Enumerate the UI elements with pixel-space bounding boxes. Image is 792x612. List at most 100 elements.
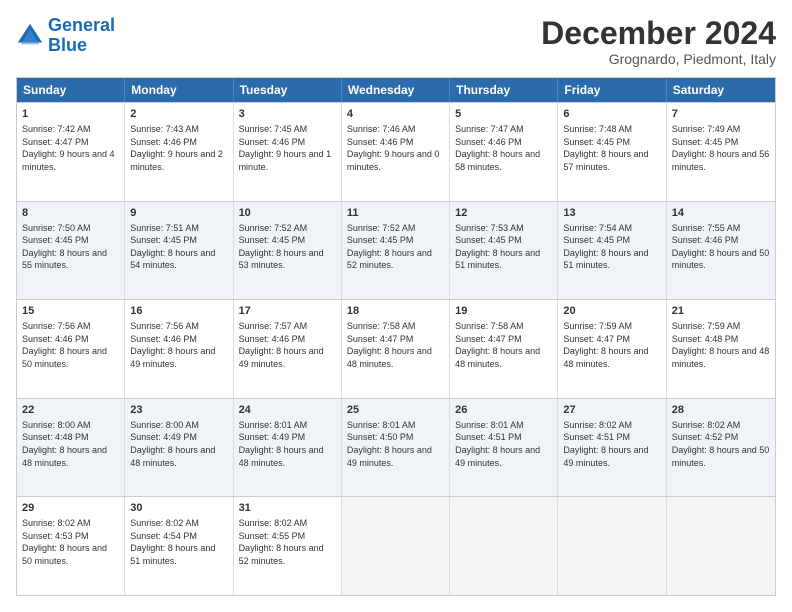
day-number: 5 <box>455 107 552 122</box>
calendar-day-9: 9Sunrise: 7:51 AM Sunset: 4:45 PM Daylig… <box>125 202 233 300</box>
day-number: 14 <box>672 206 770 221</box>
day-info: Sunrise: 7:58 AM Sunset: 4:47 PM Dayligh… <box>455 320 552 370</box>
day-number: 26 <box>455 403 552 418</box>
title-block: December 2024 Grognardo, Piedmont, Italy <box>541 16 776 67</box>
day-number: 20 <box>563 304 660 319</box>
day-info: Sunrise: 8:01 AM Sunset: 4:50 PM Dayligh… <box>347 419 444 469</box>
day-info: Sunrise: 8:02 AM Sunset: 4:52 PM Dayligh… <box>672 419 770 469</box>
day-number: 13 <box>563 206 660 221</box>
calendar-week-4: 22Sunrise: 8:00 AM Sunset: 4:48 PM Dayli… <box>17 398 775 497</box>
calendar-day-22: 22Sunrise: 8:00 AM Sunset: 4:48 PM Dayli… <box>17 399 125 497</box>
day-number: 3 <box>239 107 336 122</box>
day-number: 21 <box>672 304 770 319</box>
header-day-tuesday: Tuesday <box>234 78 342 102</box>
day-number: 28 <box>672 403 770 418</box>
header-day-saturday: Saturday <box>667 78 775 102</box>
calendar-day-11: 11Sunrise: 7:52 AM Sunset: 4:45 PM Dayli… <box>342 202 450 300</box>
day-number: 7 <box>672 107 770 122</box>
day-info: Sunrise: 7:52 AM Sunset: 4:45 PM Dayligh… <box>347 222 444 272</box>
day-number: 15 <box>22 304 119 319</box>
header-day-friday: Friday <box>558 78 666 102</box>
calendar-day-empty <box>342 497 450 595</box>
calendar-week-3: 15 Sunrise: 7:56 AM Sunset: 4:46 PM Dayli… <box>17 299 775 398</box>
page-header: General Blue December 2024 Grognardo, Pi… <box>16 16 776 67</box>
day-number: 30 <box>130 501 227 516</box>
day-info: Sunrise: 7:59 AM Sunset: 4:47 PM Dayligh… <box>563 320 660 370</box>
day-info: Sunrise: 7:52 AM Sunset: 4:45 PM Dayligh… <box>239 222 336 272</box>
day-info: Sunrise: 8:02 AM Sunset: 4:53 PM Dayligh… <box>22 517 119 567</box>
calendar-day-16: 16Sunrise: 7:56 AM Sunset: 4:46 PM Dayli… <box>125 300 233 398</box>
day-number: 10 <box>239 206 336 221</box>
day-number: 18 <box>347 304 444 319</box>
day-number: 25 <box>347 403 444 418</box>
day-number: 12 <box>455 206 552 221</box>
calendar-day-25: 25Sunrise: 8:01 AM Sunset: 4:50 PM Dayli… <box>342 399 450 497</box>
day-info: Sunrise: 7:54 AM Sunset: 4:45 PM Dayligh… <box>563 222 660 272</box>
day-info: Sunrise: 7:45 AM Sunset: 4:46 PM Dayligh… <box>239 123 336 173</box>
day-number: 29 <box>22 501 119 516</box>
calendar-day-24: 24Sunrise: 8:01 AM Sunset: 4:49 PM Dayli… <box>234 399 342 497</box>
day-info: Sunrise: 8:02 AM Sunset: 4:55 PM Dayligh… <box>239 517 336 567</box>
day-info: Sunrise: 7:42 AM Sunset: 4:47 PM Dayligh… <box>22 123 119 173</box>
calendar-day-19: 19Sunrise: 7:58 AM Sunset: 4:47 PM Dayli… <box>450 300 558 398</box>
day-info: Sunrise: 8:00 AM Sunset: 4:48 PM Dayligh… <box>22 419 119 469</box>
day-number: 4 <box>347 107 444 122</box>
calendar-day-17: 17Sunrise: 7:57 AM Sunset: 4:46 PM Dayli… <box>234 300 342 398</box>
calendar-day-empty <box>558 497 666 595</box>
calendar-day-26: 26Sunrise: 8:01 AM Sunset: 4:51 PM Dayli… <box>450 399 558 497</box>
day-info: Sunrise: 7:48 AM Sunset: 4:45 PM Dayligh… <box>563 123 660 173</box>
day-info: Sunrise: 7:46 AM Sunset: 4:46 PM Dayligh… <box>347 123 444 173</box>
calendar-day-empty <box>450 497 558 595</box>
logo-text: General Blue <box>48 16 115 56</box>
calendar-day-23: 23Sunrise: 8:00 AM Sunset: 4:49 PM Dayli… <box>125 399 233 497</box>
calendar-week-1: 1Sunrise: 7:42 AM Sunset: 4:47 PM Daylig… <box>17 102 775 201</box>
calendar-grid: SundayMondayTuesdayWednesdayThursdayFrid… <box>16 77 776 596</box>
day-info: Sunrise: 8:01 AM Sunset: 4:49 PM Dayligh… <box>239 419 336 469</box>
month-title: December 2024 <box>541 16 776 51</box>
day-number: 22 <box>22 403 119 418</box>
day-number: 27 <box>563 403 660 418</box>
day-number: 9 <box>130 206 227 221</box>
day-info: Sunrise: 7:43 AM Sunset: 4:46 PM Dayligh… <box>130 123 227 173</box>
day-number: 2 <box>130 107 227 122</box>
day-info: Sunrise: 7:59 AM Sunset: 4:48 PM Dayligh… <box>672 320 770 370</box>
day-info: Sunrise: 7:47 AM Sunset: 4:46 PM Dayligh… <box>455 123 552 173</box>
header-day-wednesday: Wednesday <box>342 78 450 102</box>
calendar-day-15: 15Sunrise: 7:56 AM Sunset: 4:46 PM Dayli… <box>17 300 125 398</box>
day-info: Sunrise: 8:01 AM Sunset: 4:51 PM Dayligh… <box>455 419 552 469</box>
day-number: 8 <box>22 206 119 221</box>
calendar-day-8: 8Sunrise: 7:50 AM Sunset: 4:45 PM Daylig… <box>17 202 125 300</box>
day-info: Sunrise: 8:00 AM Sunset: 4:49 PM Dayligh… <box>130 419 227 469</box>
day-number: 31 <box>239 501 336 516</box>
calendar-day-28: 28Sunrise: 8:02 AM Sunset: 4:52 PM Dayli… <box>667 399 775 497</box>
location-subtitle: Grognardo, Piedmont, Italy <box>541 51 776 67</box>
calendar-day-27: 27Sunrise: 8:02 AM Sunset: 4:51 PM Dayli… <box>558 399 666 497</box>
day-info: Sunrise: 8:02 AM Sunset: 4:54 PM Dayligh… <box>130 517 227 567</box>
day-info: Sunrise: 8:02 AM Sunset: 4:51 PM Dayligh… <box>563 419 660 469</box>
day-number: 24 <box>239 403 336 418</box>
calendar-day-6: 6Sunrise: 7:48 AM Sunset: 4:45 PM Daylig… <box>558 103 666 201</box>
calendar-week-2: 8Sunrise: 7:50 AM Sunset: 4:45 PM Daylig… <box>17 201 775 300</box>
calendar-day-1: 1Sunrise: 7:42 AM Sunset: 4:47 PM Daylig… <box>17 103 125 201</box>
calendar-day-20: 20Sunrise: 7:59 AM Sunset: 4:47 PM Dayli… <box>558 300 666 398</box>
day-info: Sunrise: 7:55 AM Sunset: 4:46 PM Dayligh… <box>672 222 770 272</box>
calendar-header: SundayMondayTuesdayWednesdayThursdayFrid… <box>17 78 775 102</box>
calendar-day-5: 5Sunrise: 7:47 AM Sunset: 4:46 PM Daylig… <box>450 103 558 201</box>
calendar-day-13: 13Sunrise: 7:54 AM Sunset: 4:45 PM Dayli… <box>558 202 666 300</box>
calendar-page: General Blue December 2024 Grognardo, Pi… <box>0 0 792 612</box>
calendar-day-7: 7Sunrise: 7:49 AM Sunset: 4:45 PM Daylig… <box>667 103 775 201</box>
header-day-sunday: Sunday <box>17 78 125 102</box>
header-day-monday: Monday <box>125 78 233 102</box>
header-day-thursday: Thursday <box>450 78 558 102</box>
calendar-day-18: 18Sunrise: 7:58 AM Sunset: 4:47 PM Dayli… <box>342 300 450 398</box>
calendar-day-12: 12Sunrise: 7:53 AM Sunset: 4:45 PM Dayli… <box>450 202 558 300</box>
day-info: Sunrise: 7:49 AM Sunset: 4:45 PM Dayligh… <box>672 123 770 173</box>
day-number: 17 <box>239 304 336 319</box>
calendar-day-31: 31Sunrise: 8:02 AM Sunset: 4:55 PM Dayli… <box>234 497 342 595</box>
logo: General Blue <box>16 16 115 56</box>
calendar-day-4: 4Sunrise: 7:46 AM Sunset: 4:46 PM Daylig… <box>342 103 450 201</box>
day-number: 16 <box>130 304 227 319</box>
calendar-body: 1Sunrise: 7:42 AM Sunset: 4:47 PM Daylig… <box>17 102 775 595</box>
day-info: Sunrise: 7:56 AM Sunset: 4:46 PM Dayligh… <box>130 320 227 370</box>
calendar-day-14: 14Sunrise: 7:55 AM Sunset: 4:46 PM Dayli… <box>667 202 775 300</box>
